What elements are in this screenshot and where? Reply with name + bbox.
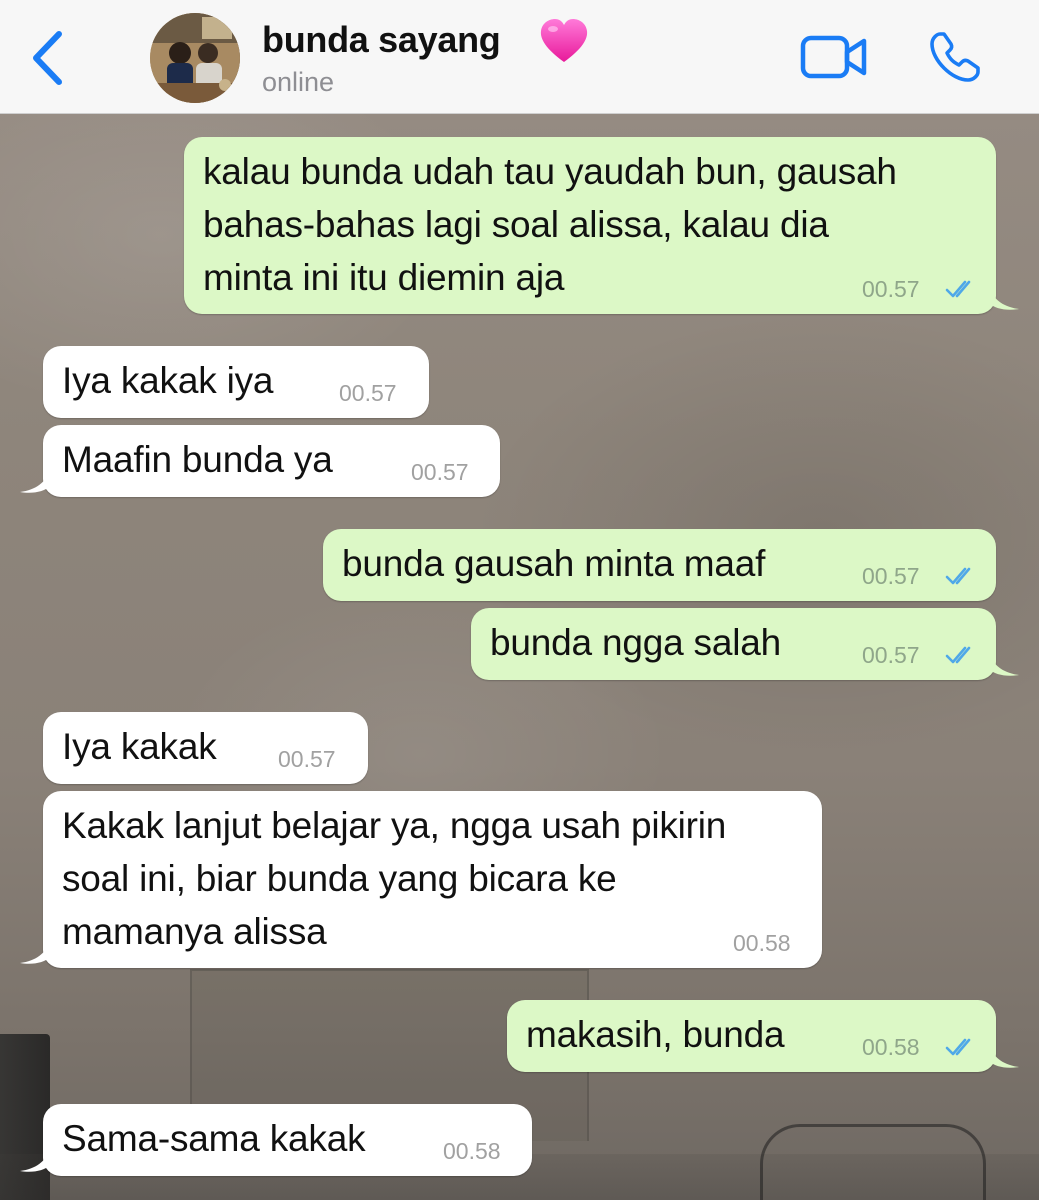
message-bubble-incoming[interactable]: Sama-sama kakak 00.58 bbox=[43, 1104, 532, 1176]
message-time: 00.57 bbox=[862, 276, 920, 302]
bubble-tail-incoming bbox=[20, 941, 50, 964]
contact-status: online bbox=[262, 67, 335, 97]
message-text: Sama-sama kakak bbox=[62, 1118, 366, 1159]
message-bubble-outgoing[interactable]: makasih, bunda 00.58 bbox=[507, 1000, 996, 1072]
video-camera-icon bbox=[800, 35, 867, 79]
bubble-tail-outgoing bbox=[989, 653, 1019, 676]
message-text: Iya kakak bbox=[62, 726, 217, 767]
message-bubble-outgoing[interactable]: kalau bunda udah tau yaudah bun, gausah … bbox=[184, 137, 996, 314]
message-bubble-incoming[interactable]: Maafin bunda ya 00.57 bbox=[43, 425, 500, 497]
message-bubble-outgoing[interactable]: bunda ngga salah 00.57 bbox=[471, 608, 996, 680]
message-time: 00.57 bbox=[411, 459, 469, 485]
message-bubble-incoming[interactable]: Iya kakak iya 00.57 bbox=[43, 346, 429, 418]
read-ticks-icon bbox=[945, 280, 971, 298]
bubble-tail-incoming bbox=[20, 470, 50, 493]
message-text: makasih, bunda bbox=[526, 1014, 785, 1055]
message-time: 00.57 bbox=[862, 642, 920, 668]
read-ticks-icon bbox=[945, 646, 971, 664]
chevron-left-icon bbox=[33, 31, 62, 85]
message-text: bunda ngga salah bbox=[490, 622, 782, 663]
chat-header: bunda sayang online bbox=[0, 0, 1039, 114]
read-ticks-icon bbox=[945, 567, 971, 585]
message-text: bunda gausah minta maaf bbox=[342, 543, 766, 584]
bubble-tail-outgoing bbox=[989, 287, 1019, 310]
background-cable bbox=[760, 1124, 986, 1200]
message-time: 00.58 bbox=[443, 1138, 501, 1164]
message-time: 00.57 bbox=[339, 380, 397, 406]
message-bubble-incoming[interactable]: Iya kakak 00.57 bbox=[43, 712, 368, 784]
message-time: 00.58 bbox=[733, 930, 791, 956]
message-text: kalau bunda udah tau yaudah bun, gausah … bbox=[203, 151, 897, 298]
message-text: Kakak lanjut belajar ya, ngga usah pikir… bbox=[62, 805, 727, 952]
phone-icon bbox=[930, 32, 980, 82]
contact-avatar[interactable] bbox=[150, 13, 240, 103]
contact-name[interactable]: bunda sayang bbox=[262, 18, 501, 62]
message-time: 00.58 bbox=[862, 1034, 920, 1060]
video-call-button[interactable] bbox=[800, 33, 868, 81]
message-text: Iya kakak iya bbox=[62, 360, 274, 401]
message-text: Maafin bunda ya bbox=[62, 439, 333, 480]
message-time: 00.57 bbox=[862, 563, 920, 589]
bubble-tail-incoming bbox=[20, 1149, 50, 1172]
back-button[interactable] bbox=[26, 28, 76, 88]
avatar-photo bbox=[150, 13, 240, 103]
read-ticks-icon bbox=[945, 1038, 971, 1056]
message-time: 00.57 bbox=[278, 746, 336, 772]
pink-heart-icon bbox=[540, 19, 588, 62]
message-bubble-incoming[interactable]: Kakak lanjut belajar ya, ngga usah pikir… bbox=[43, 791, 822, 968]
message-bubble-outgoing[interactable]: bunda gausah minta maaf 00.57 bbox=[323, 529, 996, 601]
voice-call-button[interactable] bbox=[928, 30, 982, 84]
bubble-tail-outgoing bbox=[989, 1045, 1019, 1068]
